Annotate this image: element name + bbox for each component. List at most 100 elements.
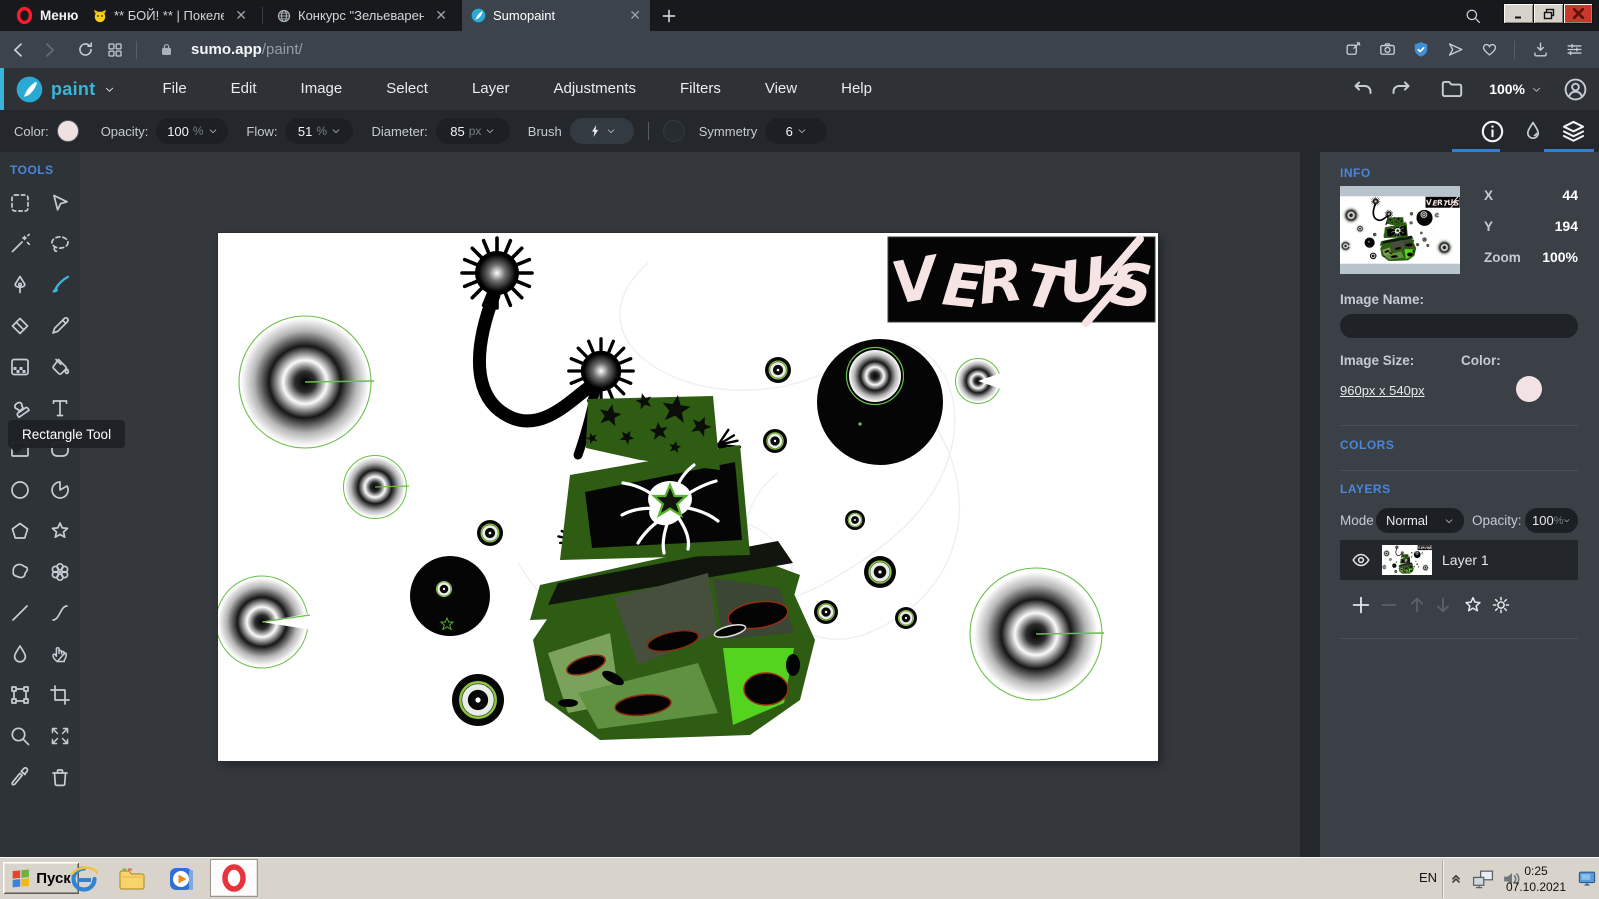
tab-close-icon[interactable]: ✕ <box>235 7 247 24</box>
menu-adjustments[interactable]: Adjustments <box>531 68 658 110</box>
tool-crop[interactable] <box>46 683 74 707</box>
tool-fullscreen[interactable] <box>46 724 74 748</box>
tool-transform[interactable] <box>6 683 34 707</box>
snapshot-button[interactable] <box>1372 36 1402 64</box>
image-name-input[interactable] <box>1340 314 1578 338</box>
menu-select[interactable]: Select <box>364 68 450 110</box>
tab-close-icon[interactable]: ✕ <box>435 7 447 24</box>
menu-filters[interactable]: Filters <box>658 68 743 110</box>
menu-view[interactable]: View <box>743 68 819 110</box>
secondary-color-swatch[interactable] <box>663 120 685 142</box>
bookmark-button[interactable] <box>1474 36 1504 64</box>
menu-edit[interactable]: Edit <box>209 68 279 110</box>
language-indicator[interactable]: EN <box>1419 870 1437 885</box>
flow-dropdown[interactable]: 51 % <box>285 118 353 144</box>
tool-move[interactable] <box>46 191 74 215</box>
tool-star[interactable] <box>46 519 74 543</box>
diameter-dropdown[interactable]: 85 px <box>436 118 510 144</box>
drawing-canvas[interactable]: VERTUS <box>218 233 1158 761</box>
tool-marquee-select[interactable] <box>6 191 34 215</box>
tool-lasso[interactable] <box>46 232 74 256</box>
move-layer-up-button[interactable] <box>1406 594 1428 616</box>
image-size-link[interactable]: 960px x 540px <box>1340 383 1425 398</box>
window-restore-button[interactable] <box>1533 3 1563 24</box>
tool-gradient[interactable] <box>6 355 34 379</box>
tab-sumopaint[interactable]: Sumopaint ✕ <box>462 0 650 31</box>
tool-line[interactable] <box>6 601 34 625</box>
tool-clone-stamp[interactable] <box>6 396 34 420</box>
url-text[interactable]: sumo.app/paint/ <box>191 41 303 59</box>
tool-zoom[interactable] <box>6 724 34 748</box>
layers-panel-toggle-icon[interactable] <box>1560 118 1587 145</box>
tab-pokelegenda[interactable]: ** БОЙ! ** | Покелегенда - ✕ <box>84 0 256 31</box>
speed-dial-button[interactable] <box>100 36 130 64</box>
forward-button[interactable] <box>34 36 64 64</box>
network-tray-icon[interactable] <box>1471 868 1495 890</box>
menu-help[interactable]: Help <box>819 68 894 110</box>
favorite-layer-button[interactable] <box>1462 594 1484 616</box>
tool-pie[interactable] <box>46 478 74 502</box>
tray-expand-chevron-icon[interactable] <box>1449 872 1463 886</box>
tool-pencil[interactable] <box>46 314 74 338</box>
share-button[interactable] <box>1440 36 1470 64</box>
account-avatar-icon[interactable] <box>1562 76 1589 103</box>
remove-layer-button[interactable] <box>1378 594 1400 616</box>
tray-clock[interactable]: 0:25 07.10.2021 <box>1501 863 1571 895</box>
reload-button[interactable] <box>70 36 100 64</box>
tool-polygon[interactable] <box>6 519 34 543</box>
undo-icon[interactable] <box>1351 77 1375 101</box>
color-panel-toggle-icon[interactable] <box>1521 119 1545 143</box>
tool-text[interactable] <box>46 396 74 420</box>
tool-brush-active[interactable] <box>46 273 74 297</box>
tool-delete[interactable] <box>46 765 74 789</box>
window-minimize-button[interactable] <box>1503 3 1533 24</box>
color-swatch[interactable] <box>57 120 79 142</box>
brush-type-dropdown[interactable] <box>570 118 634 144</box>
layer-settings-button[interactable] <box>1490 594 1512 616</box>
open-folder-icon[interactable] <box>1439 76 1465 102</box>
layer-row[interactable]: Layer 1 <box>1340 540 1578 580</box>
app-logo[interactable]: paint <box>0 76 129 103</box>
taskbar-opera-button[interactable] <box>210 859 258 897</box>
zoom-dropdown[interactable]: 100% <box>1489 81 1542 97</box>
tool-eyedropper[interactable] <box>6 765 34 789</box>
add-layer-button[interactable] <box>1350 594 1372 616</box>
layer-visibility-eye-icon[interactable] <box>1350 549 1372 571</box>
tool-kaleidoscope-shape[interactable] <box>46 560 74 584</box>
menu-file[interactable]: File <box>141 68 209 110</box>
layer-mode-dropdown[interactable]: Normal <box>1376 508 1464 533</box>
symmetry-dropdown[interactable]: 6 <box>765 118 827 144</box>
back-button[interactable] <box>4 36 34 64</box>
layer-opacity-dropdown[interactable]: 100 % <box>1525 508 1578 533</box>
tab-konkurs[interactable]: Конкурс "Зельеварение" - П ✕ <box>268 0 456 31</box>
vpn-badge-button[interactable] <box>1406 36 1436 64</box>
tool-magic-wand[interactable] <box>6 232 34 256</box>
menu-layer[interactable]: Layer <box>450 68 532 110</box>
opera-menu-button[interactable]: Меню <box>8 0 86 31</box>
opacity-dropdown[interactable]: 100 % <box>156 118 228 144</box>
menu-image[interactable]: Image <box>279 68 365 110</box>
downloads-button[interactable] <box>1525 36 1555 64</box>
taskbar-ie-button[interactable] <box>68 863 100 895</box>
tool-curve[interactable] <box>46 601 74 625</box>
tool-ellipse[interactable] <box>6 478 34 502</box>
show-desktop-button[interactable] <box>1577 866 1597 892</box>
window-close-button[interactable] <box>1563 3 1593 24</box>
tool-blur[interactable] <box>6 642 34 666</box>
snapshot-edit-button[interactable] <box>1338 36 1368 64</box>
move-layer-down-button[interactable] <box>1432 594 1454 616</box>
tool-pen[interactable] <box>6 273 34 297</box>
tool-eraser[interactable] <box>6 314 34 338</box>
new-tab-button[interactable] <box>652 0 686 31</box>
taskbar-explorer-button[interactable] <box>116 863 148 895</box>
taskbar-mediaplayer-button[interactable] <box>166 863 198 895</box>
tool-fill-bucket[interactable] <box>46 355 74 379</box>
tab-close-icon[interactable]: ✕ <box>629 7 641 24</box>
tool-custom-shape[interactable] <box>6 560 34 584</box>
redo-icon[interactable] <box>1389 77 1413 101</box>
site-security-badge[interactable] <box>151 36 181 64</box>
browser-search-button[interactable] <box>1458 2 1488 30</box>
panel-color-swatch[interactable] <box>1516 376 1542 402</box>
browser-settings-button[interactable] <box>1559 36 1589 64</box>
tool-smudge[interactable] <box>46 642 74 666</box>
